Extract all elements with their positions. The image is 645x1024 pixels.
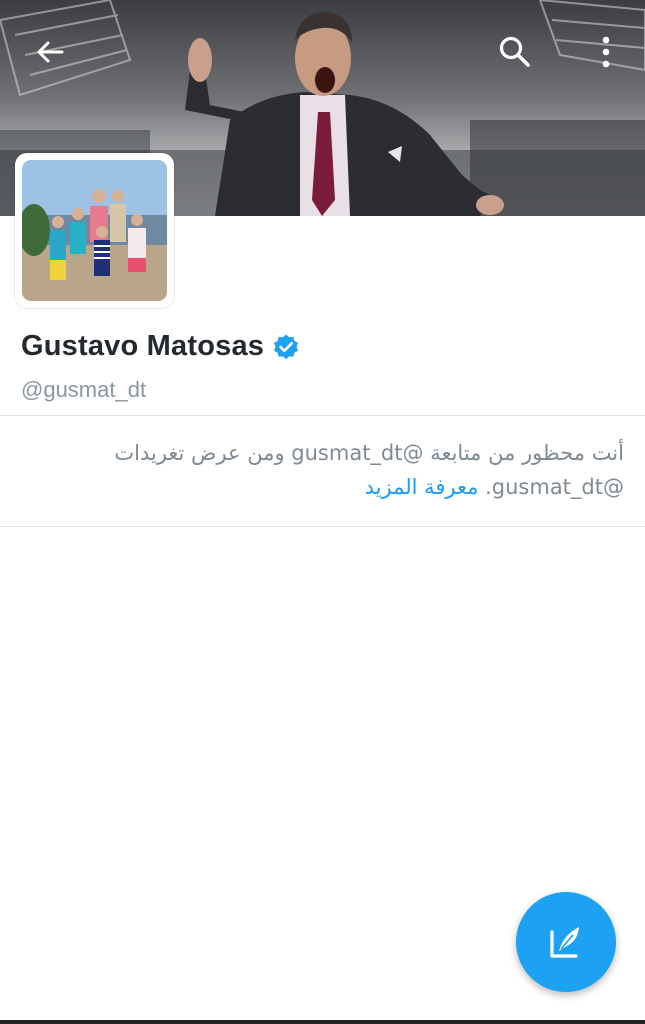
- avatar[interactable]: [15, 153, 174, 308]
- screen-bottom-edge: [0, 1020, 645, 1024]
- avatar-photo: [22, 160, 167, 301]
- blocked-notice: أنت محظور من متابعة @gusmat_dt ومن عرض ت…: [40, 436, 624, 504]
- more-options-button[interactable]: [582, 28, 630, 76]
- profile-handle: @gusmat_dt: [21, 377, 147, 402]
- divider: [0, 415, 645, 416]
- profile-name-row: Gustavo Matosas: [21, 330, 300, 363]
- verified-badge-icon: [274, 334, 299, 359]
- search-icon: [499, 36, 530, 67]
- back-button[interactable]: [26, 28, 74, 76]
- search-button[interactable]: [491, 28, 539, 76]
- compose-tweet-button[interactable]: [516, 892, 616, 992]
- divider: [0, 526, 645, 527]
- learn-more-link[interactable]: معرفة المزيد: [365, 475, 479, 499]
- arrow-left-icon: [37, 41, 64, 63]
- profile-screen: Gustavo Matosas @gusmat_dt أنت محظور من …: [0, 0, 645, 1024]
- compose-tweet-icon: [550, 927, 579, 958]
- more-vertical-icon: [602, 36, 610, 68]
- display-name: Gustavo Matosas: [21, 330, 265, 362]
